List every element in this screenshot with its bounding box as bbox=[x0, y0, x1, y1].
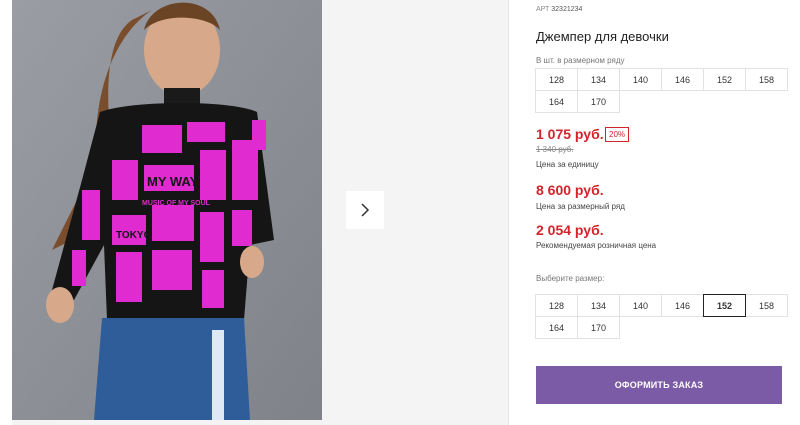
place-order-button[interactable]: ОФОРМИТЬ ЗАКАЗ bbox=[536, 366, 782, 404]
choose-size-label: Выберите размер: bbox=[536, 274, 605, 283]
panel-divider bbox=[508, 0, 509, 425]
discount-badge: 20% bbox=[605, 127, 630, 142]
sweater-print-text: TOKYO bbox=[116, 230, 152, 241]
size-option[interactable]: 146 bbox=[661, 294, 704, 317]
pack-size-cell: 164 bbox=[535, 90, 578, 113]
product-gallery: MY WAY TOKYO MUSIC OF MY SOUL bbox=[12, 0, 508, 425]
chevron-right-icon bbox=[361, 203, 370, 217]
pack-size-cell: 146 bbox=[661, 68, 704, 91]
article-label: АРТ bbox=[536, 6, 550, 13]
article-number: АРТ 32321234 bbox=[536, 6, 582, 13]
pack-size-cell: 134 bbox=[577, 68, 620, 91]
pack-sizes-label: В шт. в размерном ряду bbox=[536, 56, 625, 65]
pack-size-cell: 170 bbox=[577, 90, 620, 113]
size-option[interactable]: 140 bbox=[619, 294, 662, 317]
pack-size-cell: 158 bbox=[745, 68, 788, 91]
product-photo-illustration: MY WAY TOKYO MUSIC OF MY SOUL bbox=[12, 0, 322, 420]
size-option[interactable]: 134 bbox=[577, 294, 620, 317]
unit-price-caption: Цена за единицу bbox=[536, 160, 599, 169]
retail-price: 2 054 руб. bbox=[536, 222, 604, 238]
old-price: 1 340 руб. bbox=[536, 145, 574, 154]
retail-price-caption: Рекомендуемая розничная цена bbox=[536, 241, 657, 250]
size-option[interactable]: 170 bbox=[577, 316, 620, 339]
pack-size-cell: 152 bbox=[703, 68, 746, 91]
article-value: 32321234 bbox=[551, 6, 583, 13]
pack-sizes-grid: 128 134 140 146 152 158 164 170 bbox=[535, 68, 788, 113]
size-option[interactable]: 164 bbox=[535, 316, 578, 339]
pack-size-cell: 140 bbox=[619, 68, 662, 91]
sweater-print-text: MY WAY bbox=[147, 174, 199, 189]
row-price-caption: Цена за размерный ряд bbox=[536, 202, 625, 211]
gallery-next-button[interactable] bbox=[346, 191, 384, 229]
unit-price: 1 075 руб. bbox=[536, 126, 604, 142]
pack-size-cell: 128 bbox=[535, 68, 578, 91]
size-option-selected[interactable]: 152 bbox=[703, 294, 746, 317]
product-title: Джемпер для девочки bbox=[536, 29, 669, 44]
row-price: 8 600 руб. bbox=[536, 182, 604, 198]
size-option[interactable]: 128 bbox=[535, 294, 578, 317]
sweater-print-text: MUSIC OF MY SOUL bbox=[142, 200, 211, 207]
product-photo[interactable]: MY WAY TOKYO MUSIC OF MY SOUL bbox=[12, 0, 322, 420]
size-option[interactable]: 158 bbox=[745, 294, 788, 317]
size-selector: 128 134 140 146 152 158 164 170 bbox=[535, 294, 788, 339]
